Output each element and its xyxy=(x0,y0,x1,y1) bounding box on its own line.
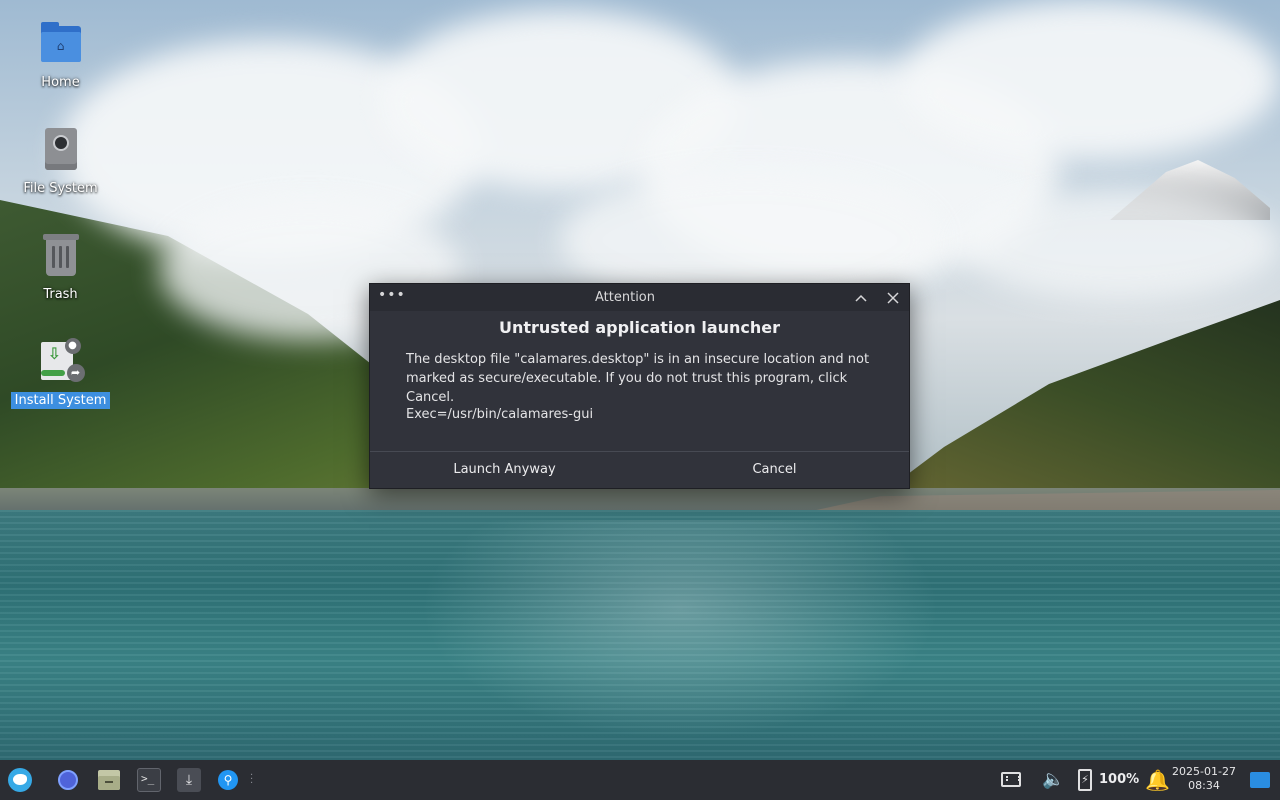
clock-time: 08:34 xyxy=(1188,779,1220,792)
terminal-icon[interactable]: >_ xyxy=(137,768,161,792)
untrusted-launcher-dialog: ••• Attention Untrusted application laun… xyxy=(369,283,910,489)
clock-date: 2025-01-27 xyxy=(1172,765,1236,778)
close-icon xyxy=(887,292,899,304)
desktop-icon-home[interactable]: ⌂ Home xyxy=(15,16,106,91)
launch-anyway-button[interactable]: Launch Anyway xyxy=(370,452,639,488)
desktop-icon-install-system[interactable]: ⇩ ● ➦ Install System xyxy=(10,334,111,409)
desktop-icon-label: Trash xyxy=(43,287,78,302)
cancel-button[interactable]: Cancel xyxy=(640,452,909,488)
desktop-icon-label: File System xyxy=(23,181,98,196)
dialog-message: The desktop file "calamares.desktop" is … xyxy=(406,352,870,405)
xfce-mouse-icon xyxy=(13,774,27,785)
web-browser-icon[interactable] xyxy=(58,770,78,790)
minimize-button[interactable] xyxy=(850,287,872,309)
desktop-icon-label: Install System xyxy=(10,392,111,409)
file-manager-icon[interactable] xyxy=(97,768,121,792)
dialog-heading: Untrusted application launcher xyxy=(498,318,781,337)
network-icon[interactable] xyxy=(1001,772,1021,787)
lock-icon: ● xyxy=(64,338,81,354)
close-button[interactable] xyxy=(882,287,904,309)
clock[interactable]: 2025-01-27 08:34 xyxy=(1168,765,1240,793)
dialog-titlebar[interactable]: ••• Attention xyxy=(370,284,909,311)
show-desktop-icon[interactable] xyxy=(1250,772,1270,788)
dialog-title: Attention xyxy=(595,290,655,305)
trash-icon xyxy=(37,232,85,280)
volume-icon[interactable]: 🔈 xyxy=(1042,768,1066,792)
panel-grip-icon[interactable]: · · · xyxy=(250,771,254,789)
home-folder-icon: ⌂ xyxy=(37,20,85,68)
notification-bell-icon[interactable]: 🔔 xyxy=(1145,768,1170,792)
link-arrow-icon: ➦ xyxy=(66,364,85,382)
desktop-icon-label: Home xyxy=(41,75,80,90)
search-icon[interactable]: ⚲ xyxy=(218,770,238,790)
installer-package-icon: ⇩ ● ➦ xyxy=(37,338,85,386)
exec-line: Exec=/usr/bin/calamares-gui xyxy=(406,407,594,422)
download-icon[interactable]: ⤓ xyxy=(177,768,201,792)
battery-percentage[interactable]: 100% xyxy=(1099,760,1139,800)
battery-icon[interactable]: ⚡ xyxy=(1078,769,1092,791)
desktop-icon-file-system[interactable]: File System xyxy=(15,122,106,197)
start-menu-button[interactable] xyxy=(8,768,32,792)
desktop-icon-trash[interactable]: Trash xyxy=(15,228,106,303)
chevron-up-icon xyxy=(855,294,867,302)
taskbar: >_ ⤓ ⚲ · · · 🔈 ⚡ 🔔 xyxy=(0,760,1280,800)
hard-drive-icon xyxy=(37,126,85,174)
